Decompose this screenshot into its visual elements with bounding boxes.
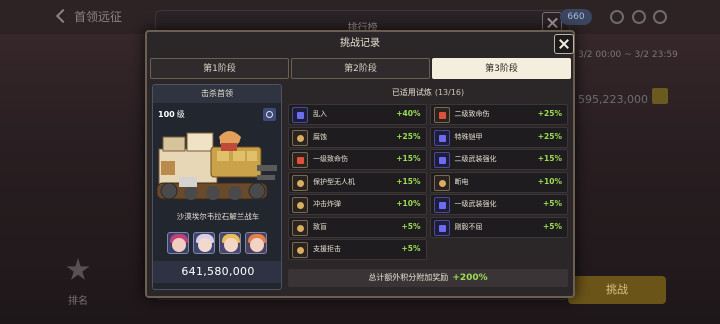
boss-tank-illustration [157,131,277,200]
trial-name: 一级致命伤 [313,155,348,163]
tab-stage-3[interactable]: 第3阶段 [432,58,571,79]
applied-trials-panel: 已适用试炼 (13/16) 乱入 +40% 二级致命伤 +25% 腐蚀 +25% 特殊铠甲 +2… [286,84,570,292]
trial-name: 二级致命伤 [454,110,490,118]
trial-item: 刚毅不屈 +5% [429,216,568,238]
trial-bonus: +40% [396,109,421,118]
trial-bonus: +5% [401,244,421,253]
trial-name: 冲击炸弹 [313,200,341,208]
trial-icon [292,242,308,258]
trial-item: 一级致命伤 +15% [288,149,427,170]
boss-level: 100 级 [158,109,185,120]
best-score: 595,223,000 [578,93,648,106]
trial-item: 保护型无人机 +15% [288,171,427,193]
total-bonus-bar: 总计额外积分附加奖励 +200% [288,269,568,287]
trial-item: 乱入 +40% [288,104,427,125]
trial-icon [433,129,450,146]
trial-icon [292,129,308,146]
rank-badge[interactable]: 排名 [58,258,98,308]
trial-item: 特殊铠甲 +25% [429,126,568,148]
trial-icon [292,107,308,123]
boss-card: 击杀首领 100 级 沙漠埃尔韦拉石解兰战车 641,580,000 [152,84,282,290]
trial-item: 二级致命伤 +25% [429,104,568,125]
boss-card-header: 击杀首领 [153,85,281,103]
hero-portrait [219,232,241,254]
trials-title: 已适用试炼 [391,88,432,97]
trial-item: 支援拒击 +5% [288,239,427,260]
hero-portrait [193,232,215,254]
back-label: 首领远征 [74,10,123,24]
gear-icon[interactable] [653,10,667,24]
trial-name: 乱入 [313,110,327,118]
trial-bonus: +25% [396,131,421,141]
chevron-left-icon [55,8,71,24]
chat-icon[interactable] [610,10,624,24]
boss-name: 沙漠埃尔韦拉石解兰战车 [176,212,260,221]
trial-icon [433,219,450,236]
battle-record-dialog: 挑战记录 第1阶段 第2阶段 第3阶段 击杀首领 100 级 沙漠埃尔韦拉石解兰… [145,30,575,298]
ranking-close-icon[interactable] [542,12,562,32]
trial-icon [433,174,450,191]
trial-icon [433,152,450,168]
currency-counter: 660 [560,9,592,25]
trial-bonus: +15% [396,176,421,186]
trial-icon [292,152,308,168]
trial-bonus: +25% [537,109,562,118]
close-icon[interactable] [554,34,574,54]
trial-name: 刚毅不屈 [454,222,483,231]
party-lineup [167,232,271,254]
trial-bonus: +5% [401,221,421,231]
trial-icon [433,197,450,213]
trial-icon [292,219,308,236]
boss-settings-icon[interactable] [263,108,276,121]
trial-icon [292,197,308,213]
trial-name: 保护型无人机 [313,177,355,186]
trials-count: (13/16) [434,88,465,97]
trial-bonus: +15% [537,154,562,163]
tab-stage-1[interactable]: 第1阶段 [150,58,289,79]
score-icon [652,88,668,104]
challenge-button[interactable]: 挑战 [568,276,666,304]
trial-name: 特殊铠甲 [454,132,483,141]
trial-icon [433,107,450,123]
back-button[interactable]: 首领远征 [55,8,123,25]
trial-bonus: +10% [537,176,562,186]
trial-icon [292,174,308,191]
total-bonus-value: +200% [452,273,488,283]
trial-name: 致盲 [313,222,327,231]
rank-label: 排名 [68,296,88,307]
boss-level-unit: 级 [176,110,185,119]
trials-header: 已适用试炼 (13/16) [286,84,570,102]
trial-item: 致盲 +5% [288,216,427,238]
trial-item: 二级武装强化 +15% [429,149,568,170]
trial-name: 一级武装强化 [454,200,497,208]
total-bonus-label: 总计额外积分附加奖励 [368,273,449,282]
trial-name: 支援拒击 [313,245,341,253]
trial-bonus: +15% [396,154,421,163]
trials-list[interactable]: 乱入 +40% 二级致命伤 +25% 腐蚀 +25% 特殊铠甲 +25% 一级致命伤 +15% 二级… [288,104,568,262]
trial-bonus: +25% [537,131,562,141]
tab-stage-2[interactable]: 第2阶段 [291,58,430,79]
trial-item: 断电 +10% [429,171,568,193]
trial-item: 腐蚀 +25% [288,126,427,148]
star-icon [66,258,90,280]
boss-kill-score: 641,580,000 [153,261,281,283]
trial-name: 二级武装强化 [454,155,497,163]
trial-bonus: +10% [396,199,421,208]
hero-portrait [245,232,267,254]
boss-level-number: 100 [158,110,175,119]
stage-tabs: 第1阶段 第2阶段 第3阶段 [150,58,571,79]
trial-item: 冲击炸弹 +10% [288,194,427,215]
dialog-title: 挑战记录 [340,38,380,49]
hero-portrait [167,232,189,254]
event-date-range: 3/2 00:00 ~ 3/2 23:59 [578,50,678,60]
trial-bonus: +5% [542,199,562,208]
help-icon[interactable] [632,10,646,24]
trial-name: 断电 [454,177,469,186]
trial-item: 一级武装强化 +5% [429,194,568,215]
trial-name: 腐蚀 [313,132,327,141]
trial-bonus: +5% [542,221,562,231]
